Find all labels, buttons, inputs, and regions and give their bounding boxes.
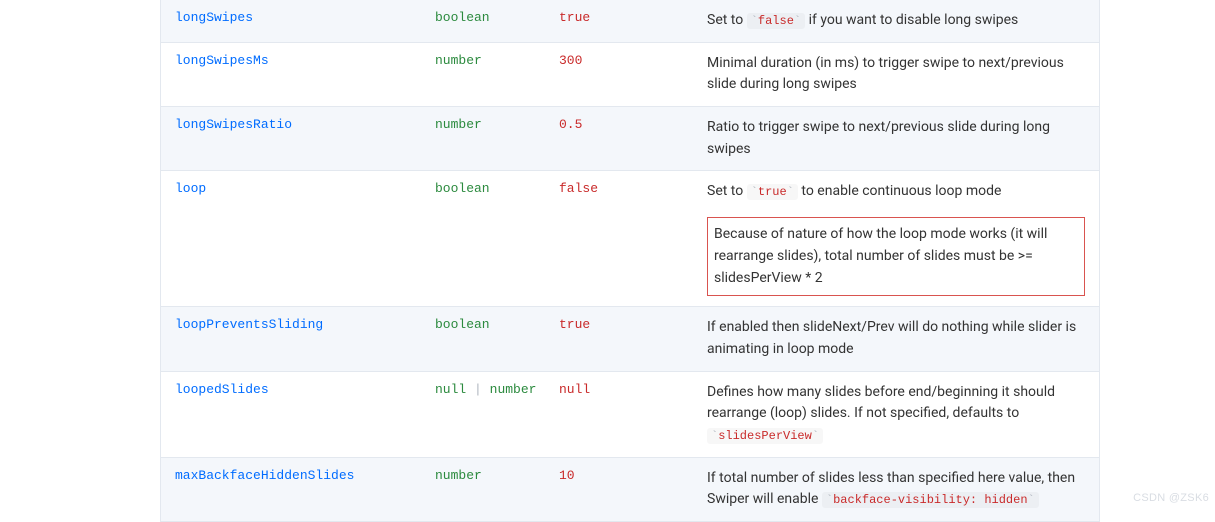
description-paragraph: Ratio to trigger swipe to next/previous … xyxy=(707,117,1085,160)
param-default-cell: 10 xyxy=(555,458,703,521)
description-paragraph: Defines how many slides before end/begin… xyxy=(707,382,1085,447)
highlighted-note: Because of nature of how the loop mode w… xyxy=(707,217,1085,296)
param-type-cell: number xyxy=(431,458,555,521)
param-description-cell: Defines how many slides before end/begin… xyxy=(703,372,1099,457)
param-type-cell: number xyxy=(431,107,555,170)
param-name-link[interactable]: maxBackfaceHiddenSlides xyxy=(175,468,354,483)
param-name-link[interactable]: loop xyxy=(175,181,206,196)
param-default-cell: false xyxy=(555,171,703,306)
table-row: maxBackfaceHiddenSlides number10If total … xyxy=(161,458,1099,522)
param-description-cell: If total number of slides less than spec… xyxy=(703,458,1099,521)
table-row: longSwipesMs number300Minimal duration (i… xyxy=(161,43,1099,107)
param-name-cell: loop xyxy=(161,171,431,306)
param-type-cell: boolean xyxy=(431,171,555,306)
param-type-cell: number xyxy=(431,43,555,106)
table-row: longSwipes booleantrueSet to false if you… xyxy=(161,0,1099,43)
table-row: loopPreventsSliding booleantrueIf enabled… xyxy=(161,307,1099,371)
description-paragraph: If enabled then slideNext/Prev will do n… xyxy=(707,317,1085,360)
param-type-cell: boolean xyxy=(431,307,555,370)
description-paragraph: If total number of slides less than spec… xyxy=(707,468,1085,511)
table-row: longSwipesRatio number0.5Ratio to trigger… xyxy=(161,107,1099,171)
param-name-link[interactable]: longSwipesMs xyxy=(175,53,269,68)
param-name-link[interactable]: longSwipesRatio xyxy=(175,117,292,132)
param-description-cell: Set to false if you want to disable long… xyxy=(703,0,1099,42)
inline-code: slidesPerView xyxy=(707,428,823,444)
param-default-cell: null xyxy=(555,372,703,457)
param-type-cell: boolean xyxy=(431,0,555,42)
inline-code: backface-visibility: hidden xyxy=(822,492,1039,508)
param-name-link[interactable]: loopPreventsSliding xyxy=(175,317,323,332)
param-default-cell: 300 xyxy=(555,43,703,106)
param-default-cell: true xyxy=(555,307,703,370)
param-name-link[interactable]: loopedSlides xyxy=(175,382,269,397)
inline-code: false xyxy=(747,13,805,29)
param-type-cell: null | number xyxy=(431,372,555,457)
table-row: loop booleanfalseSet to true to enable co… xyxy=(161,171,1099,307)
param-name-cell: loopedSlides xyxy=(161,372,431,457)
param-name-cell: longSwipesMs xyxy=(161,43,431,106)
param-name-cell: longSwipes xyxy=(161,0,431,42)
description-paragraph: Set to false if you want to disable long… xyxy=(707,10,1085,32)
param-name-cell: maxBackfaceHiddenSlides xyxy=(161,458,431,521)
description-paragraph: Set to true to enable continuous loop mo… xyxy=(707,181,1085,203)
table-row: loopedSlides null | numbernullDefines how… xyxy=(161,372,1099,458)
description-paragraph: Minimal duration (in ms) to trigger swip… xyxy=(707,53,1085,96)
param-name-link[interactable]: longSwipes xyxy=(175,10,253,25)
watermark: CSDN @ZSK6 xyxy=(1133,492,1209,504)
param-description-cell: Set to true to enable continuous loop mo… xyxy=(703,171,1099,306)
param-name-cell: loopPreventsSliding xyxy=(161,307,431,370)
param-default-cell: 0.5 xyxy=(555,107,703,170)
param-description-cell: If enabled then slideNext/Prev will do n… xyxy=(703,307,1099,370)
param-description-cell: Minimal duration (in ms) to trigger swip… xyxy=(703,43,1099,106)
param-name-cell: longSwipesRatio xyxy=(161,107,431,170)
api-parameters-table: longSwipesbooleantrueSet to false if you… xyxy=(160,0,1100,522)
inline-code: true xyxy=(747,184,798,200)
param-description-cell: Ratio to trigger swipe to next/previous … xyxy=(703,107,1099,170)
param-default-cell: true xyxy=(555,0,703,42)
